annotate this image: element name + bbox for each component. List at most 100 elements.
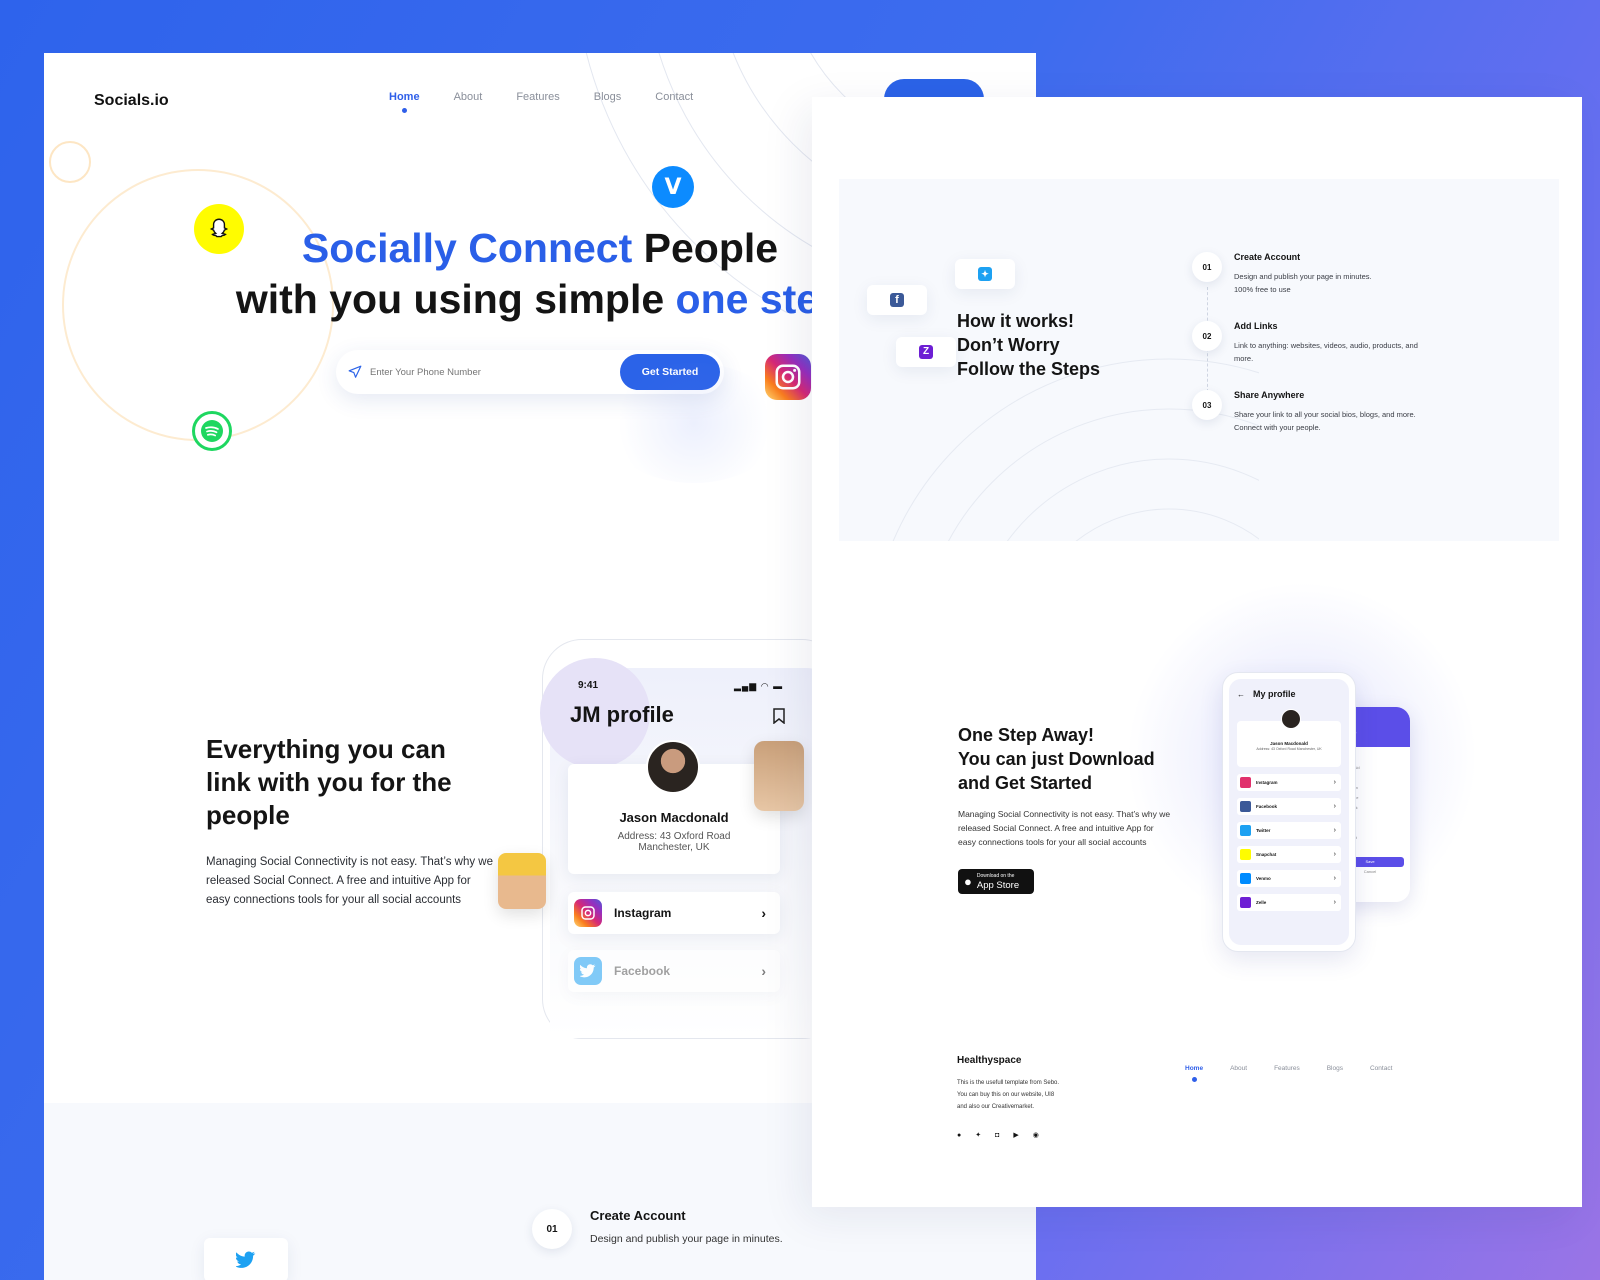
decorative-ring-small (49, 141, 91, 183)
step-text-2: Connect with your people. (1234, 423, 1321, 432)
zelle-icon (1240, 897, 1251, 908)
glow (604, 363, 784, 483)
list-item-label: Facebook (614, 964, 671, 978)
brand-logo[interactable]: Socials.io (94, 92, 169, 110)
list-item-label: Instagram (614, 906, 672, 920)
nav-contact[interactable]: Contact (655, 91, 693, 103)
list-item-twitter[interactable]: Twitter › (1237, 822, 1341, 839)
my-profile-phone: ← My profile Jason Macdonald Address: 43 … (1222, 672, 1356, 952)
list-item-label: Venmo (1256, 876, 1271, 881)
facebook-icon[interactable]: ● (957, 1132, 961, 1139)
footer-brand: Healthyspace (957, 1055, 1022, 1066)
twitter-card: ✦ (955, 259, 1015, 289)
footer-nav: Home About Features Blogs Contact (1185, 1065, 1392, 1082)
profile-card: Jason Macdonald Address: 43 Oxford Road … (1237, 709, 1341, 767)
facebook-icon (1240, 801, 1251, 812)
send-icon (348, 365, 362, 378)
step-number: 01 (1192, 252, 1222, 282)
main-nav: Home About Features Blogs Contact (389, 91, 693, 113)
step-text: Design and publish your page in minutes. (590, 1233, 783, 1245)
chevron-right-icon: › (1333, 899, 1336, 906)
how-it-works-title: How it works! Don’t Worry Follow the Steps (957, 311, 1101, 379)
step-text-1: Share your link to all your social bios,… (1234, 410, 1416, 419)
nav-features[interactable]: Features (1274, 1065, 1300, 1072)
chevron-right-icon: › (1333, 803, 1336, 810)
nav-features[interactable]: Features (516, 91, 559, 103)
download-title: One Step Away! You can just Download and G… (958, 725, 1155, 793)
spotify-icon (192, 411, 232, 451)
nav-blogs[interactable]: Blogs (1327, 1065, 1343, 1072)
chevron-right-icon: › (1333, 851, 1336, 858)
list-item-label: Instagram (1256, 780, 1278, 785)
profile-address-1: Address: 43 Oxford Road (617, 831, 731, 842)
app-store-button[interactable]: ● Download on the App Store (958, 869, 1034, 894)
twitter-icon[interactable]: ✦ (975, 1131, 981, 1139)
profile-title: JM profile (570, 702, 674, 727)
list-item-facebook[interactable]: Facebook › (568, 950, 780, 992)
store-small-label: Download on the (976, 873, 1015, 879)
profile-name: Jason Macdonald (619, 810, 729, 825)
step-title: Share Anywhere (1234, 390, 1305, 400)
chevron-right-icon: › (1333, 827, 1336, 834)
nav-about[interactable]: About (1230, 1065, 1247, 1072)
list-item-facebook[interactable]: Facebook › (1237, 798, 1341, 815)
nav-home[interactable]: Home (1185, 1065, 1203, 1082)
nav-home[interactable]: Home (389, 91, 420, 113)
instagram-icon (1240, 777, 1251, 788)
back-arrow-icon[interactable]: ← (1237, 690, 1245, 699)
step-text-1: Link to anything: websites, videos, audi… (1234, 341, 1418, 350)
step-number: 02 (1192, 321, 1222, 351)
facebook-icon: f (890, 293, 904, 307)
profile-address-2: Manchester, UK (638, 842, 710, 853)
landing-page-front: f ✦ Z How it works! Don’t Worry Follow the… (812, 97, 1582, 1207)
avatar (646, 740, 700, 794)
step-title: Create Account (590, 1208, 686, 1223)
youtube-icon[interactable]: ▶ (1013, 1131, 1018, 1139)
footer-description: This is the usefull template from Sebo. Y… (957, 1080, 1060, 1110)
download-description: Managing Social Connectivity is not easy… (958, 809, 1171, 847)
github-icon[interactable]: ◉ (1033, 1131, 1039, 1139)
list-item-label: Zelle (1256, 900, 1267, 905)
chevron-right-icon: › (1333, 779, 1336, 786)
chevron-right-icon: › (761, 963, 766, 979)
phone-number-input[interactable] (370, 366, 620, 378)
apple-icon: ● (964, 874, 972, 889)
list-item-label: Snapchat (1256, 852, 1277, 857)
twitter-icon (574, 957, 602, 985)
instagram-icon[interactable]: ◘ (995, 1132, 999, 1139)
feature-title: Everything you can link with you for the… (206, 734, 452, 830)
zelle-card: Z (896, 337, 956, 367)
store-big-label: App Store (976, 880, 1020, 891)
step-1: 01 Create Account Design and publish you… (1192, 252, 1372, 294)
zelle-icon: Z (919, 345, 933, 359)
list-item-snapchat[interactable]: Snapchat › (1237, 846, 1341, 863)
twitter-icon (1240, 825, 1251, 836)
facebook-card: f (867, 285, 927, 315)
list-item-instagram[interactable]: Instagram › (568, 892, 780, 934)
nav-contact[interactable]: Contact (1370, 1065, 1392, 1072)
list-item-label: Twitter (1256, 828, 1271, 833)
snapchat-icon (1240, 849, 1251, 860)
list-item-instagram[interactable]: Instagram › (1237, 774, 1341, 791)
bookmark-icon[interactable] (772, 708, 786, 724)
profile-address: Address: 43 Oxford Road Manchester, UK (1256, 747, 1322, 751)
step-3: 03 Share Anywhere Share your link to all… (1192, 390, 1416, 432)
step-text-1: Design and publish your page in minutes. (1234, 272, 1372, 281)
nav-blogs[interactable]: Blogs (594, 91, 622, 103)
chevron-right-icon: › (1333, 875, 1336, 882)
step-number: 03 (1192, 390, 1222, 420)
my-profile-title: My profile (1253, 689, 1296, 699)
avatar-woman-photo (498, 853, 546, 909)
step-number: 01 (532, 1209, 572, 1249)
list-item-venmo[interactable]: Venmo › (1237, 870, 1341, 887)
footer-social-icons: ● ✦ ◘ ▶ ◉ (957, 1131, 1039, 1140)
status-time: 9:41 (578, 680, 599, 691)
instagram-icon (574, 899, 602, 927)
nav-about[interactable]: About (454, 91, 483, 103)
status-icons: ▂▄▆ ◠ ▬ (734, 681, 784, 691)
list-item-zelle[interactable]: Zelle › (1237, 894, 1341, 911)
feature-description: Managing Social Connectivity is not easy… (206, 856, 494, 906)
twitter-icon: ✦ (978, 267, 992, 281)
chevron-right-icon: › (761, 905, 766, 921)
avatar-smiling-photo (754, 741, 804, 811)
